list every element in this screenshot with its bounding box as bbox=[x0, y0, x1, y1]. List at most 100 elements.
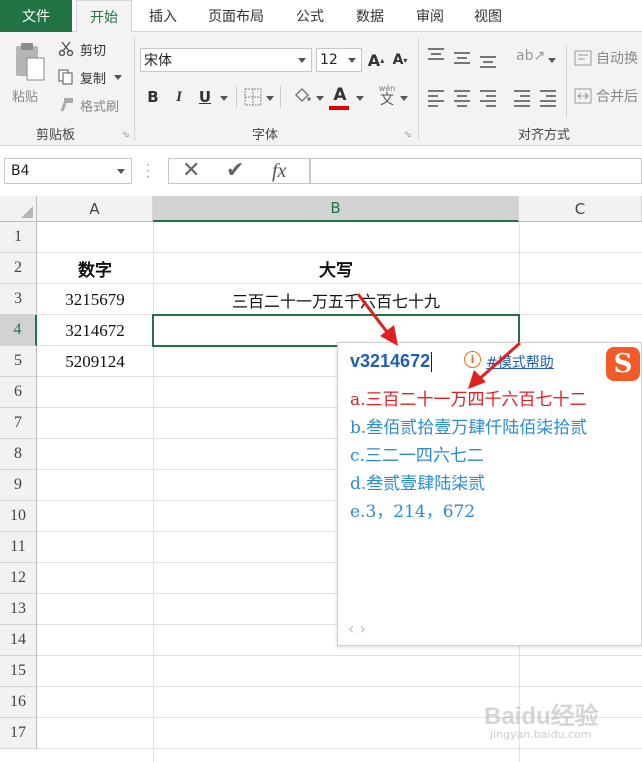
row-header-8[interactable]: 8 bbox=[0, 439, 37, 470]
chevron-down-icon[interactable] bbox=[114, 74, 123, 80]
row-header-7[interactable]: 7 bbox=[0, 408, 37, 439]
dialog-launcher-icon[interactable]: ⬂ bbox=[122, 130, 130, 140]
tab-file[interactable]: 文件 bbox=[0, 0, 72, 32]
page-nav[interactable]: ‹ › bbox=[348, 619, 366, 638]
clipboard-group-label: 剪贴板 bbox=[36, 128, 76, 143]
row-header-3[interactable]: 3 bbox=[0, 284, 37, 315]
align-bottom-icon[interactable] bbox=[480, 56, 496, 68]
row-header-4[interactable]: 4 bbox=[0, 315, 37, 346]
font-name-combo[interactable]: 宋体 bbox=[140, 48, 312, 72]
formula-input[interactable] bbox=[310, 158, 642, 184]
font-size-value: 12 bbox=[320, 52, 338, 68]
row-header-13[interactable]: 13 bbox=[0, 594, 37, 625]
select-all-button[interactable] bbox=[0, 196, 37, 222]
cell-a5[interactable]: 5209124 bbox=[37, 346, 153, 377]
copy-label: 复制 bbox=[80, 71, 107, 87]
candidate-c[interactable]: c.三二一四六七二 bbox=[350, 441, 484, 466]
paste-icon bbox=[16, 43, 45, 81]
mode-help-link[interactable]: #模式帮助 bbox=[486, 352, 554, 372]
row-header-10[interactable]: 10 bbox=[0, 501, 37, 532]
row-header-14[interactable]: 14 bbox=[0, 625, 37, 656]
decrease-indent-icon[interactable] bbox=[514, 90, 530, 107]
align-right-icon[interactable] bbox=[480, 90, 496, 107]
tab-insert[interactable]: 插入 bbox=[138, 0, 188, 32]
ribbon: 粘贴 剪切 复制 格式刷 剪贴板 ⬂ 宋体 12 A ▴ A ▾ B I U A… bbox=[0, 32, 642, 146]
candidate-e[interactable]: e.3，214，672 bbox=[350, 497, 475, 522]
candidate-b[interactable]: b.叁佰贰拾壹万肆仟陆佰柒拾贰 bbox=[350, 413, 587, 438]
paste-button[interactable]: 粘贴 bbox=[8, 40, 48, 105]
cell-a4[interactable]: 3214672 bbox=[37, 315, 153, 346]
cell-a3[interactable]: 3215679 bbox=[37, 284, 153, 315]
align-center-icon[interactable] bbox=[454, 90, 470, 107]
row-header-12[interactable]: 12 bbox=[0, 563, 37, 594]
chevron-down-icon[interactable] bbox=[356, 96, 364, 101]
increase-indent-icon[interactable] bbox=[540, 90, 556, 107]
divider bbox=[236, 86, 237, 108]
borders-button[interactable] bbox=[244, 88, 262, 110]
italic-button[interactable]: I bbox=[170, 86, 188, 108]
font-name-value: 宋体 bbox=[144, 53, 172, 69]
column-header-a[interactable]: A bbox=[37, 196, 153, 222]
bold-button[interactable]: B bbox=[144, 86, 162, 108]
dialog-launcher-icon[interactable]: ⬂ bbox=[404, 130, 412, 140]
align-top-icon[interactable] bbox=[428, 48, 444, 60]
align-left-icon[interactable] bbox=[428, 90, 444, 107]
cell-a2[interactable]: 数字 bbox=[37, 253, 153, 284]
paint-bucket-icon bbox=[295, 88, 311, 102]
underline-button[interactable]: U bbox=[196, 86, 214, 108]
info-icon[interactable]: i bbox=[464, 351, 481, 368]
tab-formulas[interactable]: 公式 bbox=[284, 0, 336, 32]
name-box-value: B4 bbox=[11, 163, 30, 179]
format-painter-button[interactable]: 格式刷 bbox=[56, 94, 119, 116]
font-size-combo[interactable]: 12 bbox=[316, 48, 362, 72]
tab-review[interactable]: 审阅 bbox=[404, 0, 456, 32]
phonetic-guide-button[interactable]: wén 文 bbox=[376, 84, 398, 112]
chevron-down-icon[interactable] bbox=[220, 96, 228, 101]
copy-button[interactable]: 复制 bbox=[56, 66, 123, 88]
row-header-2[interactable]: 2 bbox=[0, 253, 37, 284]
column-header-b[interactable]: B bbox=[153, 196, 519, 222]
enter-check-icon[interactable]: ✔ bbox=[226, 160, 244, 182]
tab-page-layout[interactable]: 页面布局 bbox=[196, 0, 276, 32]
cell-b2[interactable]: 大写 bbox=[153, 253, 519, 284]
row-divider bbox=[37, 748, 642, 749]
candidate-d[interactable]: d.叁贰壹肆陆柒贰 bbox=[350, 469, 485, 494]
wrap-text-icon bbox=[574, 50, 592, 66]
cut-button[interactable]: 剪切 bbox=[56, 38, 106, 60]
sogou-logo: S bbox=[606, 347, 640, 381]
orientation-icon[interactable]: ab↗ bbox=[516, 48, 545, 64]
font-color-swatch bbox=[329, 106, 349, 110]
increase-font-size-button[interactable]: A ▴ bbox=[368, 48, 384, 72]
row-header-15[interactable]: 15 bbox=[0, 656, 37, 687]
name-box[interactable]: B4 bbox=[4, 158, 132, 184]
row-header-1[interactable]: 1 bbox=[0, 222, 37, 253]
decrease-font-size-button[interactable]: A ▾ bbox=[392, 48, 408, 72]
candidate-index: a. bbox=[350, 390, 366, 410]
watermark: Baidu经验 bbox=[484, 703, 599, 730]
font-color-button[interactable]: A bbox=[330, 82, 350, 108]
chevron-down-icon[interactable] bbox=[266, 96, 274, 101]
tab-home[interactable]: 开始 bbox=[76, 0, 132, 33]
tab-data[interactable]: 数据 bbox=[344, 0, 396, 32]
wrap-text-button[interactable]: 自动换 bbox=[574, 48, 638, 68]
chevron-down-icon[interactable] bbox=[548, 58, 556, 63]
align-middle-icon[interactable] bbox=[454, 52, 470, 64]
row-header-9[interactable]: 9 bbox=[0, 470, 37, 501]
row-header-11[interactable]: 11 bbox=[0, 532, 37, 563]
row-header-5[interactable]: 5 bbox=[0, 346, 37, 377]
fill-color-button[interactable] bbox=[292, 86, 312, 110]
cancel-icon[interactable]: ✕ bbox=[182, 160, 200, 182]
row-header-6[interactable]: 6 bbox=[0, 377, 37, 408]
select-all-triangle-icon bbox=[21, 206, 33, 218]
tab-view[interactable]: 视图 bbox=[462, 0, 514, 32]
candidate-a[interactable]: a.三百二十一万四千六百七十二 bbox=[350, 385, 587, 410]
row-header-17[interactable]: 17 bbox=[0, 718, 37, 749]
chevron-down-icon[interactable] bbox=[400, 96, 408, 101]
column-header-c[interactable]: C bbox=[519, 196, 642, 222]
insert-function-button[interactable]: fx bbox=[272, 160, 286, 183]
row-header-16[interactable]: 16 bbox=[0, 687, 37, 718]
chevron-down-icon[interactable] bbox=[316, 96, 324, 101]
merge-center-button[interactable]: 合并后 bbox=[574, 86, 638, 106]
candidate-text: 叁佰贰拾壹万肆仟陆佰柒拾贰 bbox=[366, 418, 588, 438]
cell-b3[interactable]: 三百二十一万五千六百七十九 bbox=[153, 284, 519, 315]
